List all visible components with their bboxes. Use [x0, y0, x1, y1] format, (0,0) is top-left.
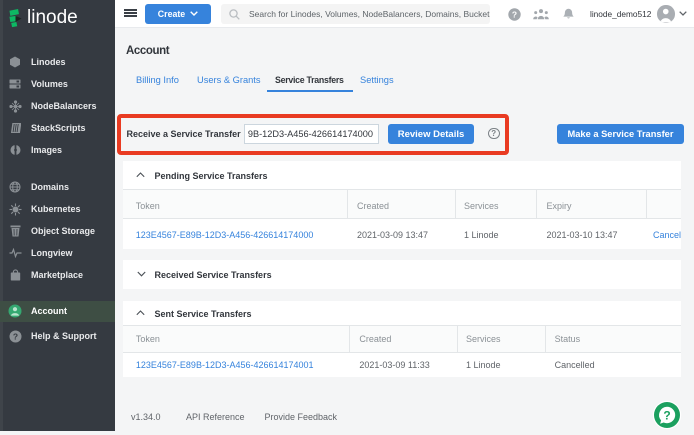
svg-text:?: ?: [511, 9, 516, 19]
svg-text:?: ?: [663, 408, 670, 422]
svg-text:?: ?: [12, 331, 17, 341]
